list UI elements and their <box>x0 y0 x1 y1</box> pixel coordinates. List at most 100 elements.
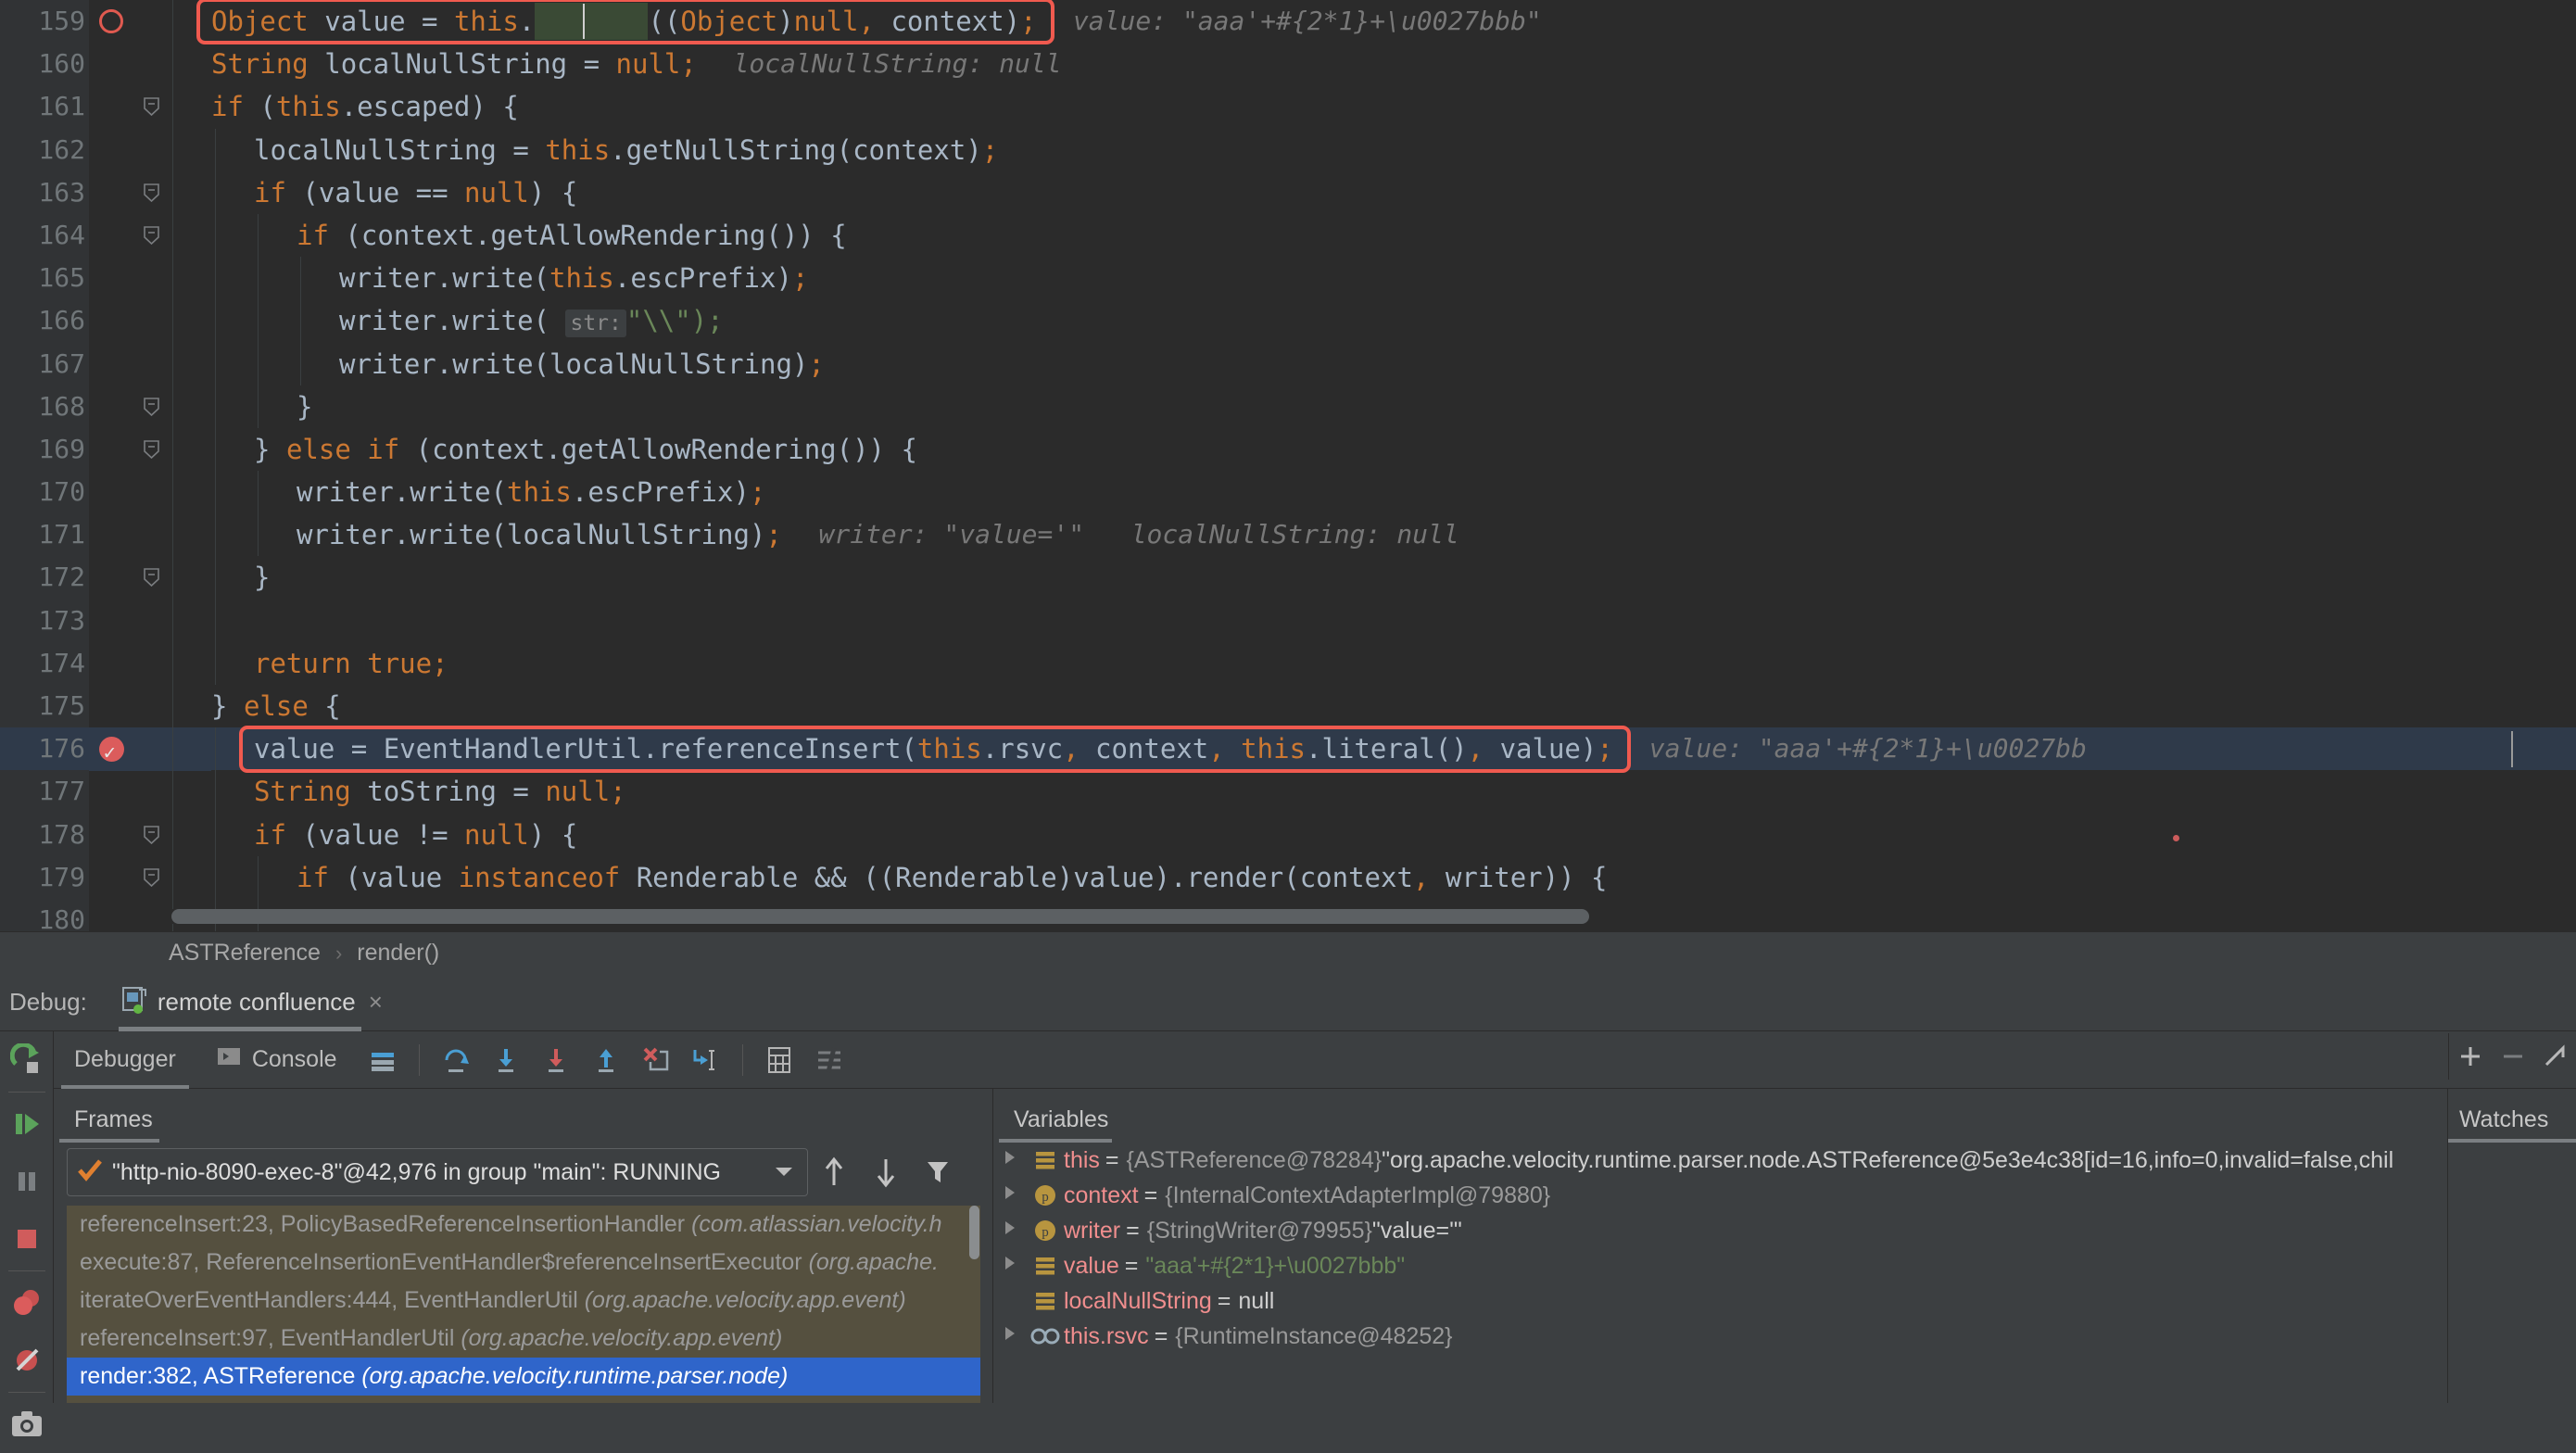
fold-marker-icon[interactable] <box>144 867 159 887</box>
close-icon[interactable]: × <box>369 988 383 1017</box>
fold-marker-icon[interactable] <box>144 440 159 459</box>
expand-icon[interactable] <box>2533 1033 2576 1080</box>
code-line[interactable]: 164 if (context.getAllowRendering()) { <box>0 213 2576 258</box>
remove-watch-icon[interactable] <box>2492 1033 2534 1080</box>
editor-horizontal-scrollbar[interactable] <box>171 909 2544 924</box>
chevron-down-icon[interactable] <box>776 1168 792 1176</box>
rerun-icon[interactable] <box>0 1031 54 1089</box>
variable-row[interactable]: this.rsvc = {RuntimeInstance@48252} <box>993 1319 2447 1354</box>
pause-program-icon[interactable] <box>0 1153 54 1210</box>
code-line[interactable]: 162 localNullString = this.getNullString(… <box>0 128 2576 171</box>
line-number: 177 <box>38 776 85 807</box>
frame-list-item[interactable]: referenceInsert:97, EventHandlerUtil (or… <box>67 1320 980 1358</box>
variable-name: context <box>1064 1182 1139 1208</box>
settings-icon[interactable] <box>804 1031 854 1089</box>
frame-list-item[interactable]: iterateOverEventHandlers:444, EventHandl… <box>67 1282 980 1320</box>
debug-tool-window: Debug: remote confluence × Debugger Cons… <box>0 974 2576 1436</box>
console-icon <box>217 1044 241 1075</box>
force-step-into-icon[interactable] <box>531 1031 581 1089</box>
debugger-tabs-row: Debugger Console <box>54 1031 2576 1089</box>
debug-session-tab[interactable]: remote confluence × <box>113 974 390 1031</box>
variable-row[interactable]: this = {ASTReference@78284} "org.apache.ve… <box>993 1143 2447 1178</box>
step-out-icon[interactable] <box>581 1031 631 1089</box>
frame-list-item[interactable]: render:382, ASTReference (org.apache.vel… <box>67 1358 980 1396</box>
variable-row[interactable]: localNullString = null <box>993 1283 2447 1319</box>
line-number: 169 <box>38 433 85 464</box>
breakpoint-hit-icon[interactable] <box>93 727 130 775</box>
frame-list-item[interactable]: execute:87, ReferenceInsertionEventHandl… <box>67 1244 980 1282</box>
code-line[interactable]: 168} <box>0 385 2576 428</box>
view-breakpoints-icon[interactable] <box>0 1274 54 1332</box>
variable-row[interactable]: p writer = {StringWriter@79955} "value='" <box>993 1213 2447 1248</box>
code-text: if (this.escaped) { <box>211 91 519 123</box>
code-line[interactable]: 167 writer.write(localNullString); <box>0 342 2576 385</box>
frame-package: (org.apache.velocity.runtime.parser.node… <box>361 1363 789 1389</box>
fold-marker-icon[interactable] <box>144 568 159 588</box>
frame-list[interactable]: referenceInsert:23, PolicyBasedReference… <box>67 1206 980 1403</box>
frames-scrollbar[interactable] <box>967 1206 980 1403</box>
resume-program-icon[interactable] <box>0 1095 54 1153</box>
debug-left-toolbar <box>0 1031 54 1436</box>
fold-marker-icon[interactable] <box>144 97 159 117</box>
frames-down-icon[interactable] <box>860 1148 912 1196</box>
variable-reference: {InternalContextAdapterImpl@79880} <box>1165 1182 1551 1208</box>
evaluate-expression-icon[interactable] <box>754 1031 804 1089</box>
show-execution-point-icon[interactable] <box>358 1031 408 1089</box>
variables-tree[interactable]: this = {ASTReference@78284} "org.apache.ve… <box>993 1143 2447 1354</box>
tab-debugger[interactable]: Debugger <box>54 1031 196 1089</box>
fold-marker-icon[interactable] <box>144 397 159 416</box>
frames-up-icon[interactable] <box>808 1148 860 1196</box>
thread-selector-row: "http-nio-8090-exec-8"@42,976 in group "… <box>67 1148 979 1196</box>
screenshot-icon[interactable] <box>0 1396 54 1453</box>
breakpoint-icon[interactable] <box>93 0 130 43</box>
code-line[interactable]: 179 if (value instanceof Renderable && ((… <box>0 855 2576 899</box>
stop-program-icon[interactable] <box>0 1210 54 1268</box>
code-line[interactable]: 165 writer.write(this.escPrefix); <box>0 257 2576 300</box>
code-line[interactable]: 173 <box>0 599 2576 642</box>
expand-arrow-icon[interactable] <box>993 1213 1027 1248</box>
tab-console[interactable]: Console <box>196 1031 358 1089</box>
filter-icon[interactable] <box>912 1148 964 1196</box>
expand-arrow-icon[interactable] <box>993 1178 1027 1213</box>
code-line[interactable]: 166 writer.write( str: "\\"); <box>0 299 2576 343</box>
watches-title[interactable]: Watches <box>2448 1089 2576 1143</box>
code-line[interactable]: 163 if (value == null) { <box>0 171 2576 214</box>
code-line[interactable]: 160 String localNullString = null; <box>0 43 2576 86</box>
breadcrumb-class[interactable]: ASTReference <box>169 940 321 967</box>
add-watch-icon[interactable] <box>2449 1033 2492 1080</box>
breadcrumb-method[interactable]: render() <box>357 940 439 967</box>
code-line[interactable]: 172} <box>0 556 2576 600</box>
code-line[interactable]: 170 writer.write(this.escPrefix); <box>0 471 2576 514</box>
expand-arrow-icon[interactable] <box>993 1248 1027 1283</box>
expand-arrow-icon[interactable] <box>993 1143 1027 1178</box>
step-over-icon[interactable] <box>431 1031 481 1089</box>
expand-arrow-icon[interactable] <box>993 1319 1027 1354</box>
drop-frame-icon[interactable] <box>631 1031 681 1089</box>
code-text: value = EventHandlerUtil.referenceInsert… <box>254 733 1613 765</box>
frames-scrollbar-thumb[interactable] <box>969 1206 979 1259</box>
code-line[interactable]: 174 return true; <box>0 641 2576 685</box>
code-line[interactable]: 178 if (value != null) { <box>0 813 2576 856</box>
code-line[interactable]: 175} else { <box>0 685 2576 728</box>
variable-value: "aaa'+#{2*1}+\u0027bbb" <box>1145 1253 1406 1279</box>
line-number: 171 <box>38 519 85 550</box>
code-text: } else if (context.getAllowRendering()) … <box>254 433 917 465</box>
fold-marker-icon[interactable] <box>144 825 159 844</box>
run-to-cursor-icon[interactable] <box>681 1031 731 1089</box>
variable-row[interactable]: p context = {InternalContextAdapterImpl@798… <box>993 1178 2447 1213</box>
variable-row[interactable]: value = "aaa'+#{2*1}+\u0027bbb" <box>993 1248 2447 1283</box>
code-line[interactable]: 177 String toString = null; <box>0 770 2576 814</box>
frame-list-item[interactable]: referenceInsert:23, PolicyBasedReference… <box>67 1206 980 1244</box>
code-editor[interactable]: 159Object value = this.execute((Object)n… <box>0 0 2576 931</box>
frame-list-item[interactable]: render:336, SimpleNode (org.apache.veloc… <box>67 1396 980 1403</box>
mute-breakpoints-icon[interactable] <box>0 1332 54 1389</box>
thread-dropdown[interactable]: "http-nio-8090-exec-8"@42,976 in group "… <box>67 1148 808 1196</box>
code-line[interactable]: 169 } else if (context.getAllowRendering(… <box>0 427 2576 472</box>
fold-marker-icon[interactable] <box>144 226 159 245</box>
code-line[interactable]: 161 if (this.escaped) { <box>0 85 2576 129</box>
svg-text:p: p <box>1042 1225 1049 1240</box>
code-line[interactable]: 176 value = EventHandlerUtil.referenceIns… <box>0 727 2576 775</box>
step-into-icon[interactable] <box>481 1031 531 1089</box>
editor-hscroll-thumb[interactable] <box>171 909 1589 924</box>
fold-marker-icon[interactable] <box>144 183 159 202</box>
